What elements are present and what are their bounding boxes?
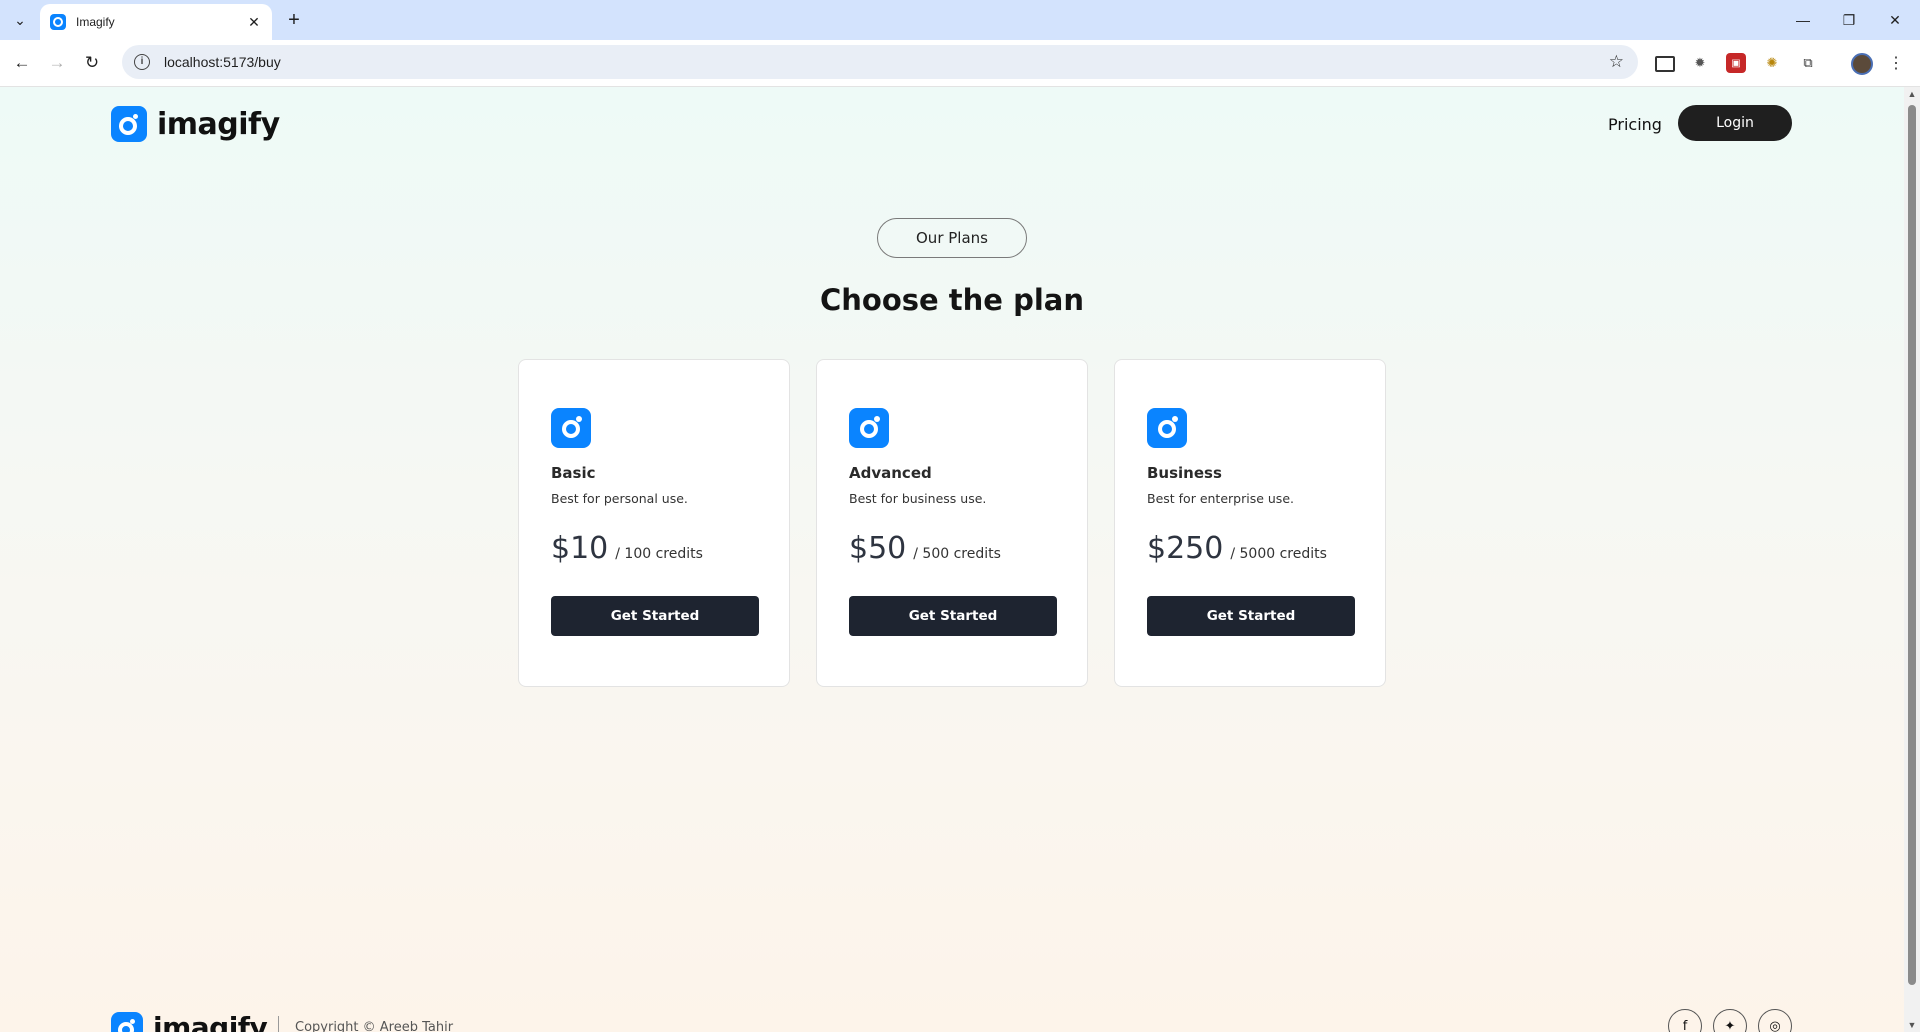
plan-logo-icon [1147,408,1187,448]
plan-price-row: $10 / 100 credits [551,531,703,566]
ladybug-extension-icon[interactable]: ✺ [1762,53,1782,73]
tab-close-icon[interactable]: ✕ [246,14,262,31]
instagram-icon[interactable]: ◎ [1758,1009,1792,1032]
new-tab-button[interactable]: + [282,8,306,32]
plan-card-business: Business Best for enterprise use. $250 /… [1114,359,1386,687]
logo-text: imagify [157,106,280,142]
twitter-icon[interactable]: ✦ [1713,1009,1747,1032]
tab-search-icon[interactable]: ⌄ [8,8,32,32]
bug-extension-icon[interactable]: ✹ [1690,53,1710,73]
scroll-down-arrow-icon[interactable]: ▼ [1904,1018,1920,1032]
footer-logo[interactable]: imagify [111,1011,268,1032]
plan-price: $50 [849,531,907,566]
footer-logo-text: imagify [153,1011,268,1032]
plan-logo-icon [849,408,889,448]
footer-logo-icon [111,1011,143,1032]
plan-price-row: $250 / 5000 credits [1147,531,1327,566]
plan-description: Best for personal use. [551,491,688,506]
forward-icon[interactable]: → [43,49,71,77]
url-text[interactable]: localhost:5173/buy [164,54,281,70]
plan-credits: / 500 credits [913,546,1001,562]
plan-card-basic: Basic Best for personal use. $10 / 100 c… [518,359,790,687]
menu-kebab-icon[interactable]: ⋮ [1886,53,1906,73]
login-button[interactable]: Login [1678,105,1792,141]
page-scrollbar[interactable]: ▲ ▼ [1904,87,1920,1032]
copyright-text: Copyright © Areeb Tahir [295,1020,454,1032]
plan-logo-icon [551,408,591,448]
back-icon[interactable]: ← [8,49,36,77]
plan-description: Best for business use. [849,491,987,506]
browser-tab-strip: ⌄ Imagify ✕ + — ❐ ✕ [0,0,1920,40]
red-extension-icon[interactable]: ▣ [1726,53,1746,73]
browser-toolbar: ← → ↻ i localhost:5173/buy ☆ ✹ ▣ ✺ ⧉ ⋮ [0,40,1920,87]
restore-button[interactable]: ❐ [1826,0,1872,40]
nav-pricing-link[interactable]: Pricing [1608,115,1662,134]
plan-card-advanced: Advanced Best for business use. $50 / 50… [816,359,1088,687]
scroll-up-arrow-icon[interactable]: ▲ [1904,87,1920,101]
profile-avatar[interactable] [1851,53,1873,75]
plan-price: $250 [1147,531,1224,566]
get-started-button-business[interactable]: Get Started [1147,596,1355,636]
plan-name: Advanced [849,464,932,482]
tab-title: Imagify [76,15,115,29]
get-started-button-basic[interactable]: Get Started [551,596,759,636]
address-bar[interactable]: i localhost:5173/buy ☆ [122,45,1638,79]
favicon-icon [50,14,66,30]
get-started-button-advanced[interactable]: Get Started [849,596,1057,636]
reload-icon[interactable]: ↻ [78,49,106,77]
plan-price: $10 [551,531,609,566]
scroll-thumb[interactable] [1908,105,1916,985]
plan-price-row: $50 / 500 credits [849,531,1001,566]
plan-name: Basic [551,464,596,482]
close-window-button[interactable]: ✕ [1872,0,1918,40]
browser-tab[interactable]: Imagify ✕ [40,4,272,40]
footer-divider [278,1016,279,1032]
plan-description: Best for enterprise use. [1147,491,1294,506]
plan-credits: / 100 credits [615,546,703,562]
cast-icon[interactable] [1655,56,1675,72]
site-info-icon[interactable]: i [134,54,150,70]
header-logo[interactable]: imagify [111,106,280,142]
minimize-button[interactable]: — [1780,0,1826,40]
extensions-puzzle-icon[interactable]: ⧉ [1798,53,1818,73]
logo-icon [111,106,147,142]
page-viewport: imagify Pricing Login Our Plans Choose t… [0,87,1904,1032]
plan-name: Business [1147,464,1222,482]
plan-credits: / 5000 credits [1230,546,1327,562]
our-plans-badge: Our Plans [877,218,1027,258]
page-title: Choose the plan [820,283,1084,317]
facebook-icon[interactable]: f [1668,1009,1702,1032]
bookmark-star-icon[interactable]: ☆ [1609,52,1624,72]
